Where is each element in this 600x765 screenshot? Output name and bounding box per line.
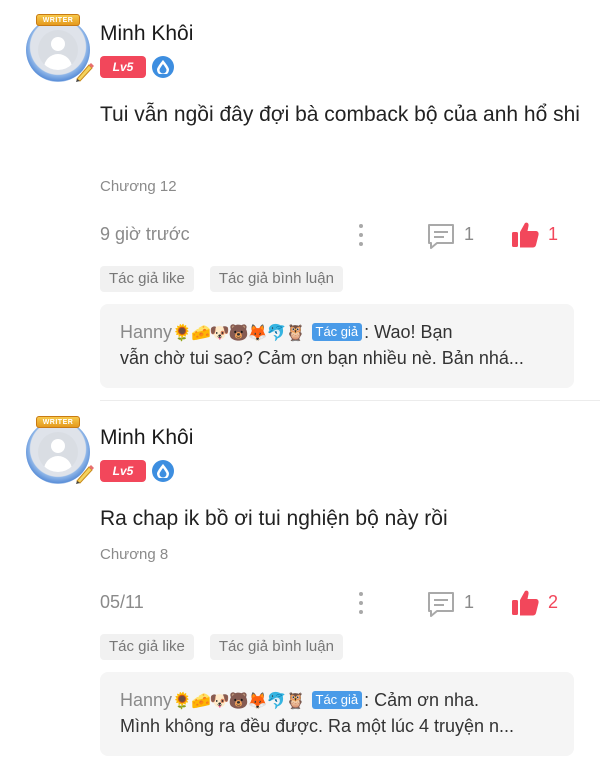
thumbs-up-icon[interactable] bbox=[510, 220, 540, 250]
avatar-placeholder-icon bbox=[38, 30, 78, 70]
reply-count: 1 bbox=[464, 592, 475, 612]
writer-badge: WRITER bbox=[36, 416, 80, 428]
author-tags: Tác giả like Tác giả bình luận bbox=[100, 266, 343, 292]
reply-text-start: : Wao! Bạn bbox=[364, 322, 453, 342]
comment-text: Ra chap ik bồ ơi tui nghiện bộ này rồi bbox=[100, 507, 448, 530]
thumbs-up-icon[interactable] bbox=[510, 588, 540, 618]
reply-text-start: : Cảm ơn nha. bbox=[364, 690, 479, 710]
tag-author-like: Tác giả like bbox=[100, 634, 194, 660]
reply-line-1: Hanny🌻🧀🐶🐻🦊🐬🦉 Tác giả: Wao! Bạn bbox=[120, 320, 554, 346]
reply-author-emojis: 🌻🧀🐶🐻🦊🐬🦉 bbox=[172, 693, 305, 710]
level-badge: Lv5 bbox=[100, 56, 146, 78]
water-drop-icon bbox=[152, 56, 174, 78]
avatar[interactable]: WRITER bbox=[22, 414, 94, 488]
writer-pen-icon bbox=[76, 63, 94, 82]
reply-count: 1 bbox=[464, 224, 475, 244]
timestamp: 9 giờ trước bbox=[100, 224, 190, 244]
tag-author-comment: Tác giả bình luận bbox=[209, 266, 343, 292]
user-name[interactable]: Minh Khôi bbox=[100, 426, 193, 450]
reply-preview[interactable]: Hanny🌻🧀🐶🐻🦊🐬🦉 Tác giả: Cảm ơn nha. Mình k… bbox=[100, 672, 574, 756]
comment-icon[interactable] bbox=[426, 222, 456, 250]
more-vertical-icon[interactable] bbox=[356, 590, 366, 616]
comment-text: Tui vẫn ngồi đây đợi bà comback bộ của a… bbox=[100, 103, 580, 126]
writer-pen-icon bbox=[76, 465, 94, 484]
tag-author-comment: Tác giả bình luận bbox=[209, 634, 343, 660]
chapter-label[interactable]: Chương 12 bbox=[100, 178, 177, 195]
comment-icon[interactable] bbox=[426, 590, 456, 618]
more-vertical-icon[interactable] bbox=[356, 222, 366, 248]
reply-author: Hanny bbox=[120, 322, 173, 342]
author-tags: Tác giả like Tác giả bình luận bbox=[100, 634, 343, 660]
tag-author-like: Tác giả like bbox=[100, 266, 194, 292]
user-badges: Lv5 bbox=[100, 56, 174, 78]
reply-line-2: Mình không ra đều được. Ra một lúc 4 tru… bbox=[120, 716, 515, 736]
reply-author: Hanny bbox=[120, 690, 173, 710]
author-tag-badge: Tác giả bbox=[311, 691, 363, 709]
writer-badge: WRITER bbox=[36, 14, 80, 26]
reply-preview[interactable]: Hanny🌻🧀🐶🐻🦊🐬🦉 Tác giả: Wao! Bạn vẫn chờ t… bbox=[100, 304, 574, 388]
comment-meta: 9 giờ trước 1 1 bbox=[100, 222, 580, 250]
user-name[interactable]: Minh Khôi bbox=[100, 22, 193, 46]
timestamp: 05/11 bbox=[100, 592, 144, 612]
chapter-label[interactable]: Chương 8 bbox=[100, 546, 168, 563]
comment-meta: 05/11 1 2 bbox=[100, 590, 580, 618]
user-badges: Lv5 bbox=[100, 460, 174, 482]
avatar-placeholder-icon bbox=[38, 432, 78, 472]
level-badge: Lv5 bbox=[100, 460, 146, 482]
reply-author-emojis: 🌻🧀🐶🐻🦊🐬🦉 bbox=[172, 325, 305, 342]
reply-line-1: Hanny🌻🧀🐶🐻🦊🐬🦉 Tác giả: Cảm ơn nha. bbox=[120, 688, 554, 714]
like-count: 1 bbox=[548, 224, 559, 244]
reply-line-2: vẫn chờ tui sao? Cảm ơn bạn nhiều nè. Bả… bbox=[120, 348, 524, 368]
divider bbox=[100, 400, 600, 401]
author-tag-badge: Tác giả bbox=[311, 323, 363, 341]
water-drop-icon bbox=[152, 460, 174, 482]
like-count: 2 bbox=[548, 592, 559, 612]
avatar[interactable]: WRITER bbox=[22, 12, 94, 86]
